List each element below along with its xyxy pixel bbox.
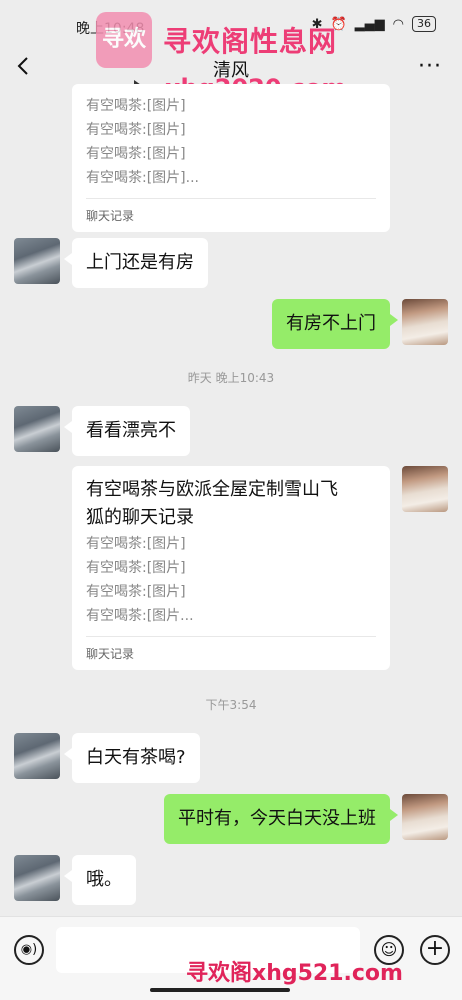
signal-icon: ▂▄▆ — [354, 16, 385, 32]
voice-icon[interactable]: ◉) — [14, 935, 44, 965]
watermark-bottom: 寻欢阁xhg521.com — [186, 961, 403, 986]
card-footer: 聊天记录 — [86, 198, 376, 232]
avatar[interactable] — [402, 299, 448, 345]
chat-record-card[interactable]: 有空喝茶与欧派全屋定制雪山飞 狐的聊天记录 有空喝茶:[图片] 有空喝茶:[图片… — [72, 466, 390, 670]
avatar[interactable] — [14, 733, 60, 779]
card-title: 有空喝茶与欧派全屋定制雪山飞 — [86, 479, 338, 500]
more-icon[interactable]: ··· — [418, 54, 442, 79]
avatar[interactable] — [14, 238, 60, 284]
timestamp: 下午3:54 — [205, 698, 257, 712]
card-line: 有空喝茶:[图片] — [86, 122, 186, 138]
card-line: 有空喝茶:[图片] — [86, 560, 186, 576]
message-bubble[interactable]: 有房不上门 — [272, 299, 398, 349]
message-bubble[interactable]: 平时有，今天白天没上班 — [164, 794, 398, 844]
wifi-icon: ◠ — [392, 16, 404, 32]
plus-icon[interactable]: + — [420, 935, 450, 965]
watermark-title: 寻欢阁性息网 — [163, 25, 338, 58]
avatar[interactable] — [14, 855, 60, 901]
message-bubble[interactable]: 哦。 — [64, 855, 136, 905]
message-bubble[interactable]: 看看漂亮不 — [64, 406, 190, 456]
message-bubble[interactable]: 白天有茶喝? — [64, 733, 200, 783]
home-indicator[interactable] — [150, 988, 290, 992]
watermark-logo: 寻欢 — [96, 12, 152, 68]
card-line: 有空喝茶:[图片... — [86, 608, 194, 624]
card-line: 有空喝茶:[图片] — [86, 98, 186, 114]
avatar[interactable] — [402, 466, 448, 512]
timestamp: 昨天 晚上10:43 — [187, 371, 275, 385]
card-line: 有空喝茶:[图片]... — [86, 170, 199, 186]
battery-icon: 36 — [412, 16, 436, 32]
card-title: 狐的聊天记录 — [86, 507, 194, 528]
message-bubble[interactable]: 上门还是有房 — [64, 238, 208, 288]
card-line: 有空喝茶:[图片] — [86, 536, 186, 552]
avatar[interactable] — [14, 406, 60, 452]
chat-record-card[interactable]: 有空喝茶:[图片] 有空喝茶:[图片] 有空喝茶:[图片] 有空喝茶:[图片].… — [72, 84, 390, 232]
card-line: 有空喝茶:[图片] — [86, 146, 186, 162]
card-footer: 聊天记录 — [86, 636, 376, 670]
avatar[interactable] — [402, 794, 448, 840]
card-line: 有空喝茶:[图片] — [86, 584, 186, 600]
